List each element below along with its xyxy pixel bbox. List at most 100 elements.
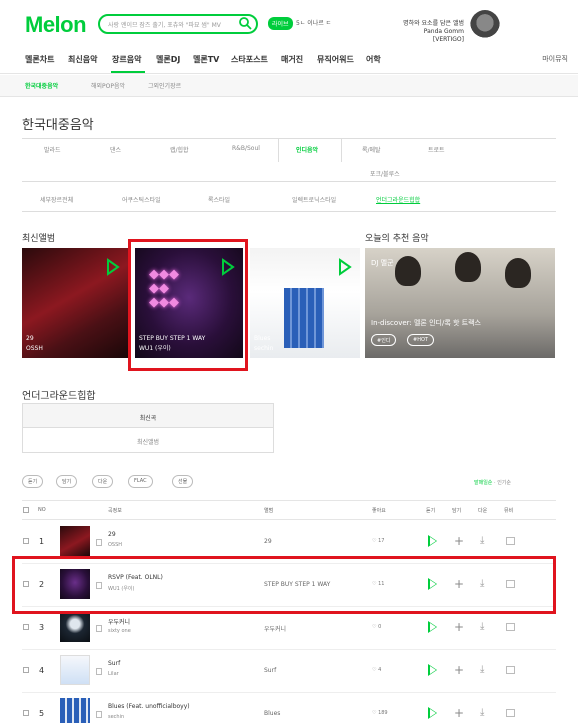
subgenre-underground-hiphop[interactable]: 언더그라운드힙합 — [376, 195, 420, 204]
genre-trot[interactable]: 트로트 — [428, 145, 445, 154]
song-album[interactable]: Blues — [264, 710, 280, 717]
song-title[interactable]: 우두커니 — [108, 617, 130, 626]
mv-icon[interactable] — [506, 666, 515, 674]
highlight-frame — [12, 556, 556, 614]
genre-ballad[interactable]: 발라드 — [44, 145, 61, 154]
like-button[interactable]: ♡ 0 — [372, 624, 381, 630]
tag-hot[interactable]: #HOT — [407, 334, 434, 346]
nav-genre-music[interactable]: 장르음악 — [112, 54, 141, 65]
live-badge[interactable]: 라이브 — [268, 17, 293, 30]
search-input[interactable]: 사랑 엔이므 잠즈 출기, 포츄와 "파묘 썸" MV — [98, 14, 258, 34]
album-art-shape — [284, 288, 324, 348]
nav-melon-dj[interactable]: 멜론DJ — [156, 54, 180, 65]
select-all-checkbox[interactable] — [23, 507, 29, 513]
add-icon[interactable]: + — [454, 707, 464, 719]
play-icon[interactable] — [428, 707, 437, 719]
subgenre-rock[interactable]: 록스타일 — [208, 195, 230, 204]
song-info-icon[interactable] — [96, 668, 102, 675]
melon-logo[interactable]: Melon — [25, 12, 87, 38]
song-artist[interactable]: sixty one — [108, 628, 131, 634]
song-title[interactable]: Blues (Feat. unofficialboyy) — [108, 703, 190, 710]
promo-text[interactable]: 명하와 요소를 담은 앨범 Panda Gomm [VERTIGO] — [394, 20, 464, 44]
add-icon[interactable]: + — [454, 535, 464, 547]
like-button[interactable]: ♡ 189 — [372, 710, 388, 716]
nav-language[interactable]: 어학 — [366, 54, 381, 65]
mv-icon[interactable] — [506, 709, 515, 717]
tab-latest-songs[interactable]: 최신곡 — [23, 404, 273, 428]
song-album[interactable]: 29 — [264, 538, 272, 545]
gift-button[interactable]: 선물 — [172, 475, 194, 488]
subgenre-all[interactable]: 세부장르전체 — [40, 195, 73, 204]
subgenre-acoustic[interactable]: 어쿠스틱스타일 — [122, 195, 161, 204]
promo-artist-image[interactable] — [470, 10, 500, 42]
tag-indie[interactable]: #인디 — [371, 334, 397, 346]
mv-icon[interactable] — [506, 537, 515, 545]
add-icon[interactable]: + — [454, 621, 464, 633]
album-thumb[interactable] — [60, 698, 90, 723]
artist-head — [395, 256, 421, 286]
genre-rnb[interactable]: R&B/Soul — [232, 145, 260, 152]
subgenre-electronic[interactable]: 일렉트로닉스타일 — [292, 195, 336, 204]
header-user[interactable]: 5ㄴ 이나르 ㄷ — [296, 18, 331, 27]
song-title[interactable]: 29 — [108, 531, 116, 538]
album-card[interactable]: Blues sechin — [250, 248, 360, 358]
nav-melon-tv[interactable]: 멜론TV — [193, 54, 219, 65]
add-icon[interactable]: + — [454, 664, 464, 676]
row-checkbox[interactable] — [23, 667, 29, 673]
play-icon[interactable] — [428, 535, 437, 547]
genre-indie[interactable]: 인디음악 — [296, 145, 318, 154]
sort-popular[interactable]: 인기순 — [497, 480, 511, 486]
subnav-other[interactable]: 그외인기장르 — [148, 81, 181, 90]
sub-nav: 한국대중음악 해외POP음악 그외인기장르 — [0, 75, 578, 97]
play-icon[interactable] — [106, 258, 120, 276]
download-icon[interactable]: ⤓ — [480, 707, 484, 719]
row-checkbox[interactable] — [23, 538, 29, 544]
song-title[interactable]: Surf — [108, 660, 120, 667]
song-artist[interactable]: sechin — [108, 714, 124, 720]
add-button[interactable]: 담기 — [56, 475, 78, 488]
download-button[interactable]: 다운 — [92, 475, 114, 488]
album-thumb[interactable] — [60, 526, 90, 556]
genre-dance[interactable]: 댄스 — [110, 145, 121, 154]
song-artist[interactable]: Lilar — [108, 671, 119, 677]
row-checkbox[interactable] — [23, 624, 29, 630]
nav-melon-chart[interactable]: 멜론차트 — [25, 54, 54, 65]
listen-button[interactable]: 듣기 — [22, 475, 44, 488]
sort-release[interactable]: 발매일순 — [474, 480, 492, 486]
album-artist: OSSH — [26, 345, 43, 352]
play-icon[interactable] — [338, 258, 352, 276]
subnav-korean[interactable]: 한국대중음악 — [25, 81, 58, 90]
song-album[interactable]: Surf — [264, 667, 276, 674]
like-button[interactable]: ♡ 4 — [372, 667, 381, 673]
subnav-pop[interactable]: 해외POP음악 — [91, 81, 125, 90]
table-row: 5 Blues (Feat. unofficialboyy) sechin Bl… — [22, 693, 556, 723]
album-card[interactable]: 29 OSSH — [22, 248, 128, 358]
mv-icon[interactable] — [506, 623, 515, 631]
nav-starpost[interactable]: 스타포스트 — [231, 54, 268, 65]
like-button[interactable]: ♡ 17 — [372, 538, 384, 544]
song-info-icon[interactable] — [96, 539, 102, 546]
song-info-icon[interactable] — [96, 711, 102, 718]
play-icon[interactable] — [428, 621, 437, 633]
nav-latest-music[interactable]: 최신음악 — [68, 54, 97, 65]
genre-folk[interactable]: 포크/블루스 — [370, 169, 400, 178]
song-info-icon[interactable] — [96, 625, 102, 632]
album-thumb[interactable] — [60, 655, 90, 685]
nav-magazine[interactable]: 매거진 — [281, 54, 303, 65]
flac-button[interactable]: FLAC — [128, 475, 153, 488]
nav-my-music[interactable]: 마이뮤직 — [542, 54, 568, 64]
album-thumb[interactable] — [60, 612, 90, 642]
genre-hiphop[interactable]: 랩/힙합 — [170, 145, 189, 154]
nav-music-awards[interactable]: 뮤직어워드 — [317, 54, 354, 65]
download-icon[interactable]: ⤓ — [480, 535, 484, 547]
tab-latest-albums[interactable]: 최신앨범 — [23, 428, 273, 452]
recommend-card[interactable]: DJ 멜군 In-discover: 멜론 인디/록 핫 트랙스 #인디 #HO… — [365, 248, 555, 358]
download-icon[interactable]: ⤓ — [480, 621, 484, 633]
song-album[interactable]: 우두커니 — [264, 624, 286, 633]
row-checkbox[interactable] — [23, 710, 29, 716]
play-icon[interactable] — [428, 664, 437, 676]
download-icon[interactable]: ⤓ — [480, 664, 484, 676]
song-artist[interactable]: OSSH — [108, 542, 122, 548]
search-icon[interactable] — [238, 16, 252, 30]
genre-rock[interactable]: 록/메탈 — [362, 145, 381, 154]
